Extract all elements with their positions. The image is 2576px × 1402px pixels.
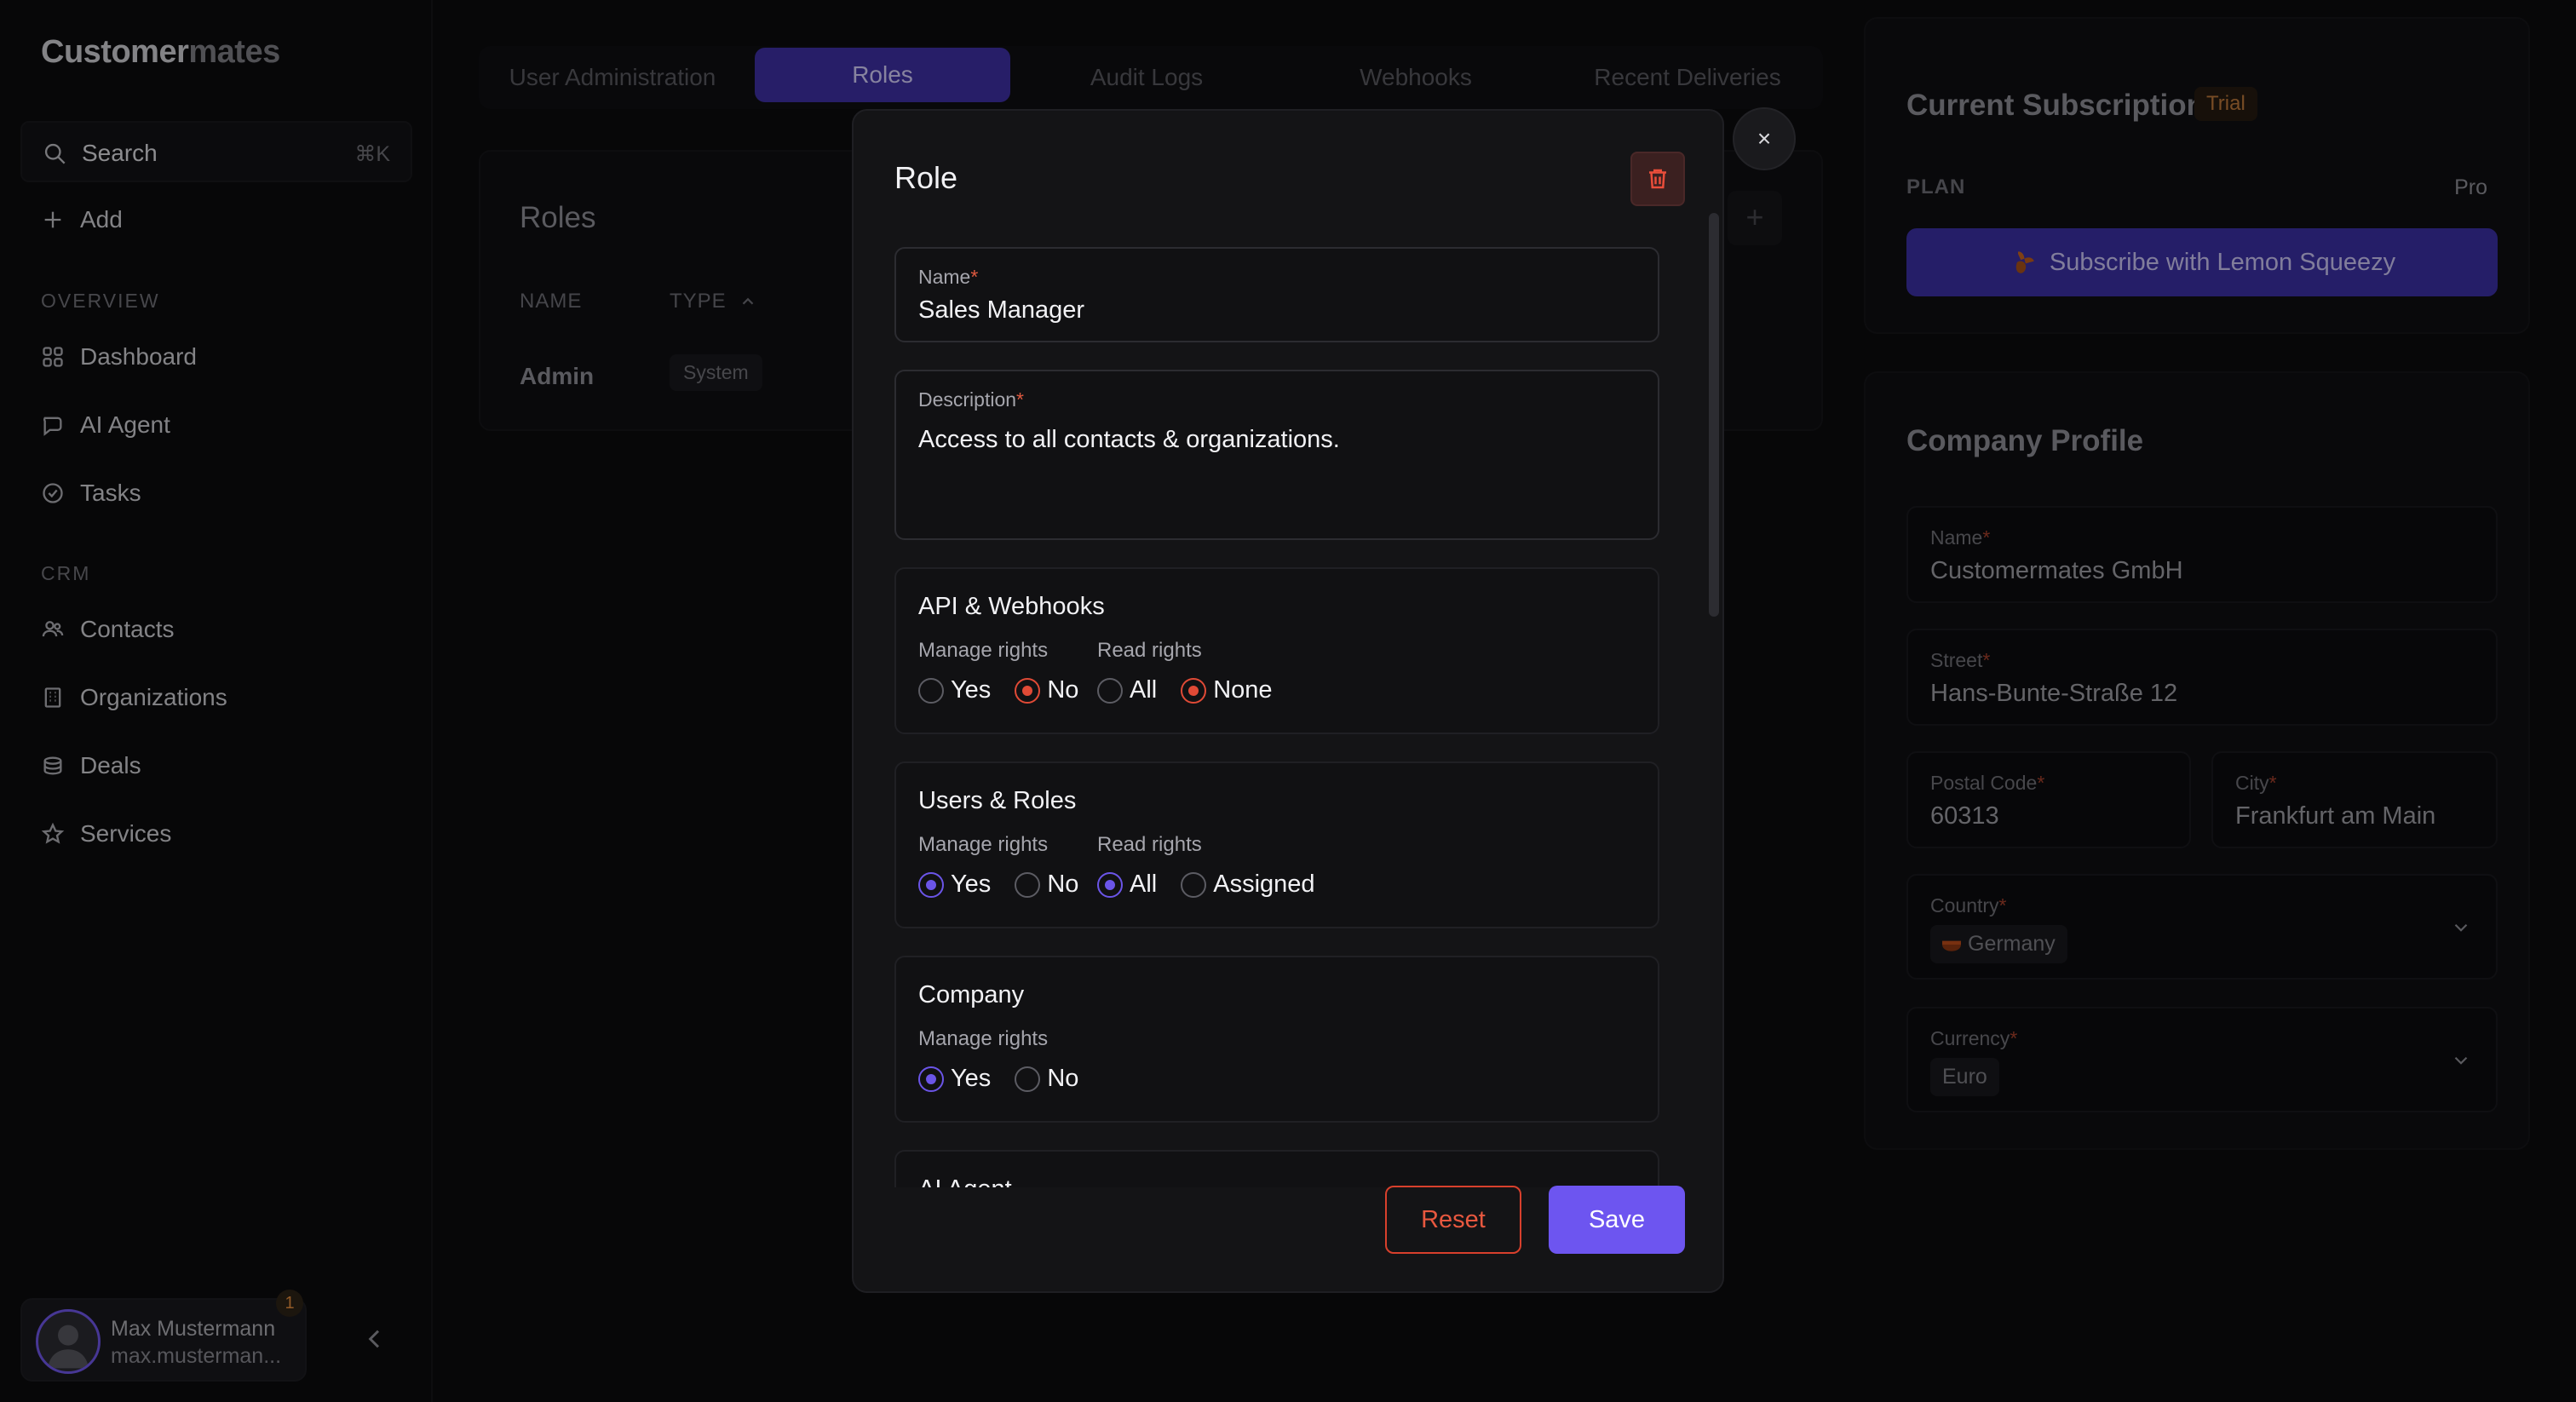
company-manage-yes-radio[interactable]: Yes [918, 1065, 991, 1093]
api-read-none-radio[interactable]: None [1181, 676, 1273, 704]
users-read-all-radio[interactable]: All [1097, 871, 1157, 899]
save-button[interactable]: Save [1549, 1186, 1685, 1254]
permission-company: Company Manage rights Yes No [894, 956, 1659, 1123]
delete-role-button[interactable] [1630, 152, 1685, 206]
role-name-input[interactable]: Name* Sales Manager [894, 247, 1659, 342]
api-manage-yes-radio[interactable]: Yes [918, 676, 991, 704]
users-manage-no-radio[interactable]: No [1015, 871, 1078, 899]
trash-icon [1649, 169, 1666, 189]
close-modal-button[interactable]: × [1733, 107, 1796, 170]
users-manage-yes-radio[interactable]: Yes [918, 871, 991, 899]
api-manage-no-radio[interactable]: No [1015, 676, 1078, 704]
modal-scrollbar[interactable] [1709, 213, 1719, 617]
company-manage-no-radio[interactable]: No [1015, 1065, 1078, 1093]
api-read-all-radio[interactable]: All [1097, 676, 1157, 704]
close-icon: × [1757, 125, 1772, 152]
users-read-assigned-radio[interactable]: Assigned [1181, 871, 1315, 899]
role-description-textarea[interactable]: Description* Access to all contacts & or… [894, 370, 1659, 540]
modal-title: Role [894, 160, 958, 195]
role-modal: Role Name* Sales Manager Description* Ac… [852, 109, 1724, 1293]
permission-users-roles: Users & Roles Manage rights Read rights … [894, 761, 1659, 928]
reset-button[interactable]: Reset [1385, 1186, 1521, 1254]
permission-api-webhooks: API & Webhooks Manage rights Read rights… [894, 567, 1659, 734]
